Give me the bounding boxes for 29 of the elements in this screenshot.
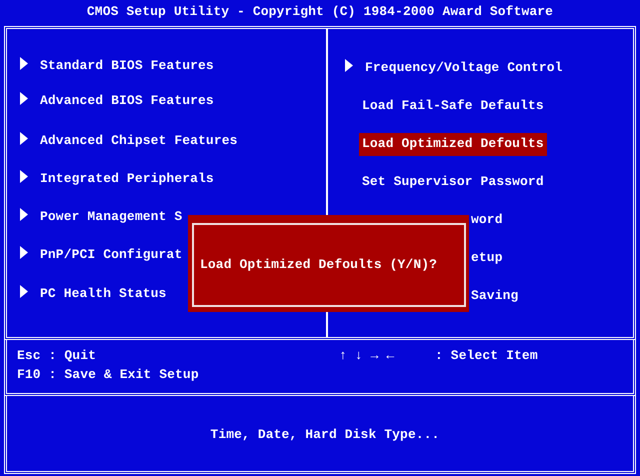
menu-item[interactable]: Integrated Peripherals (37, 168, 217, 190)
arrow-keys: ↑ ↓ → ← (339, 346, 435, 393)
menu-item[interactable]: Saving (468, 285, 522, 308)
menu-item[interactable]: word (468, 209, 506, 232)
dialog-message: Load Optimized Defoults (Y/N)? (200, 256, 438, 274)
item-description: Time, Date, Hard Disk Type... (210, 426, 440, 444)
menu-item[interactable]: etup (468, 247, 506, 270)
arrow-icon (20, 208, 28, 221)
menu-item[interactable]: Power Management S (37, 206, 186, 228)
arrow-icon (20, 170, 28, 183)
arrow-icon (20, 92, 28, 105)
menu-item[interactable]: PC Health Status (37, 283, 170, 306)
help-text: Esc : Quit (17, 347, 96, 365)
menu-item[interactable]: PnP/PCI Configurat (37, 244, 186, 266)
menu-item[interactable]: Advanced BIOS Features (37, 90, 217, 112)
help-text: : Select Item (435, 347, 538, 365)
menu-item[interactable]: Load Fail-Safe Defaults (359, 95, 547, 118)
window-title: CMOS Setup Utility - Copyright (C) 1984-2000 Award Software (86, 3, 554, 21)
menu-item[interactable]: Frequency/Voltage Control (362, 57, 566, 80)
menu-item[interactable]: Advanced Chipset Features (37, 130, 241, 152)
arrow-icon (20, 57, 28, 70)
arrow-icon (20, 246, 28, 259)
arrow-icon (20, 132, 28, 145)
help-text: F10 : Save & Exit Setup (17, 366, 199, 384)
menu-item[interactable]: Standard BIOS Features (37, 55, 217, 78)
menu-item[interactable]: Load Optimized Defoults (359, 133, 547, 156)
menu-item[interactable]: Set Supervisor Password (359, 171, 547, 194)
arrow-icon (345, 59, 353, 72)
arrow-icon (20, 285, 28, 298)
